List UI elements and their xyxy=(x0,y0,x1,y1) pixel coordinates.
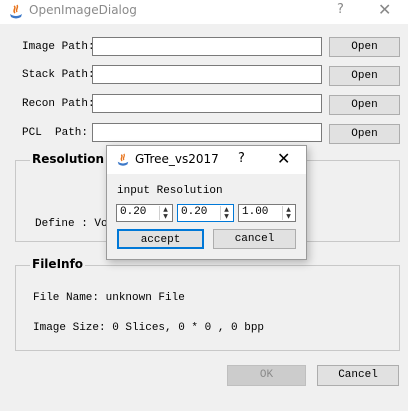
file-name-text: File Name: unknown File xyxy=(33,292,185,304)
popup-titlebar: GTree_vs2017 ? ✕ xyxy=(107,146,306,174)
spinbox-arrows[interactable]: ▲ ▼ xyxy=(282,206,294,220)
spinbox-arrows[interactable]: ▲ ▼ xyxy=(220,206,232,220)
resolution-group-title: Resolution xyxy=(30,152,107,166)
help-button[interactable]: ? xyxy=(337,2,344,17)
stack-open-button[interactable]: Open xyxy=(329,66,400,86)
fileinfo-group xyxy=(15,265,400,351)
arrow-up-icon[interactable]: ▲ xyxy=(283,206,294,213)
ok-button[interactable]: OK xyxy=(227,365,306,386)
spinbox-arrows[interactable]: ▲ ▼ xyxy=(159,206,171,220)
image-open-button[interactable]: Open xyxy=(329,37,400,57)
resolution-popup-dialog: GTree_vs2017 ? ✕ input Resolution 0.20 ▲… xyxy=(106,145,307,260)
popup-title: GTree_vs2017 xyxy=(135,152,219,166)
window-titlebar: OpenImageDialog ? ✕ xyxy=(0,0,408,24)
stack-path-input[interactable] xyxy=(92,65,322,84)
stack-path-label: Stack Path: xyxy=(22,69,95,81)
recon-path-input[interactable] xyxy=(92,94,322,113)
arrow-up-icon[interactable]: ▲ xyxy=(221,206,232,213)
image-size-text: Image Size: 0 Slices, 0 * 0 , 0 bpp xyxy=(33,322,265,334)
pcl-open-button[interactable]: Open xyxy=(329,124,400,144)
accept-button[interactable]: accept xyxy=(117,229,204,249)
recon-open-button[interactable]: Open xyxy=(329,95,400,115)
close-icon[interactable]: ✕ xyxy=(378,0,391,19)
resolution-x-spinbox[interactable]: 0.20 ▲ ▼ xyxy=(116,204,173,222)
spinbox-value: 1.00 xyxy=(242,206,269,218)
popup-close-icon[interactable]: ✕ xyxy=(277,149,290,168)
java-app-icon xyxy=(10,4,22,19)
arrow-down-icon[interactable]: ▼ xyxy=(283,213,294,220)
arrow-up-icon[interactable]: ▲ xyxy=(160,206,171,213)
fileinfo-group-title: FileInfo xyxy=(30,257,86,271)
java-app-icon xyxy=(117,153,129,166)
popup-cancel-button[interactable]: cancel xyxy=(213,229,296,249)
image-path-input[interactable] xyxy=(92,37,322,56)
resolution-z-spinbox[interactable]: 1.00 ▲ ▼ xyxy=(238,204,296,222)
resolution-y-spinbox[interactable]: 0.20 ▲ ▼ xyxy=(177,204,234,222)
image-path-label: Image Path: xyxy=(22,41,95,53)
arrow-down-icon[interactable]: ▼ xyxy=(221,213,232,220)
window-title: OpenImageDialog xyxy=(29,3,137,17)
pcl-path-label: PCL Path: xyxy=(22,127,89,139)
resolution-define-text: Define : Vox xyxy=(35,218,115,230)
cancel-button[interactable]: Cancel xyxy=(317,365,399,386)
popup-help-button[interactable]: ? xyxy=(238,151,245,166)
recon-path-label: Recon Path: xyxy=(22,98,95,110)
arrow-down-icon[interactable]: ▼ xyxy=(160,213,171,220)
spinbox-value: 0.20 xyxy=(120,206,147,218)
pcl-path-input[interactable] xyxy=(92,123,322,142)
popup-prompt-label: input Resolution xyxy=(117,185,223,197)
spinbox-value: 0.20 xyxy=(181,206,208,218)
